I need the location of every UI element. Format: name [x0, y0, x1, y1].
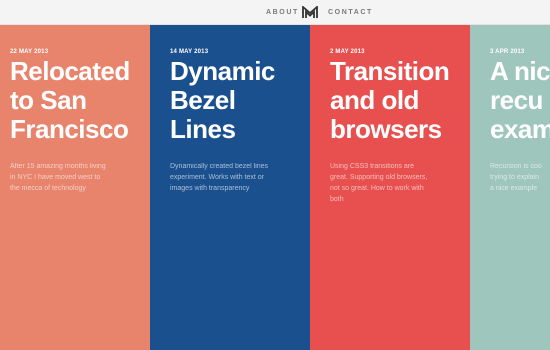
- monogram-logo-icon[interactable]: [302, 5, 318, 19]
- post-card-dynamic-bezel[interactable]: 14 MAY 2013 Dynamic Bezel Lines Dynamica…: [150, 25, 310, 350]
- post-title[interactable]: Relocated to San Francisco: [10, 57, 130, 144]
- post-date: 2 MAY 2013: [330, 49, 365, 55]
- nav-link-about[interactable]: ABOUT: [266, 8, 299, 17]
- post-excerpt: Dynamically created bezel lines experime…: [170, 163, 269, 192]
- post-date: 22 MAY 2013: [10, 49, 49, 55]
- post-excerpt: Using CSS3 transitions are great. Suppor…: [330, 163, 428, 203]
- top-navigation: ABOUT CONTACT: [0, 0, 550, 25]
- nav-link-contact[interactable]: CONTACT: [328, 8, 373, 17]
- post-card-recursion[interactable]: 3 APR 2013 A nic recu exam Recursion is …: [470, 25, 550, 350]
- post-date: 3 APR 2013: [490, 49, 525, 55]
- post-card-transition[interactable]: 2 MAY 2013 Transition and old browsers U…: [310, 25, 470, 350]
- post-date: 14 MAY 2013: [170, 49, 209, 55]
- post-excerpt: After 15 amazing months living in NYC I …: [10, 163, 106, 192]
- post-excerpt: Recursion is coo trying to explain a nic…: [490, 163, 542, 192]
- page: ABOUT CONTACT 22 MAY 2013 Relocated to S…: [0, 0, 550, 350]
- post-title[interactable]: Dynamic Bezel Lines: [170, 57, 275, 144]
- post-title[interactable]: Transition and old browsers: [330, 57, 450, 144]
- post-card-relocated[interactable]: 22 MAY 2013 Relocated to San Francisco A…: [0, 25, 150, 350]
- post-title[interactable]: A nic recu exam: [490, 57, 550, 144]
